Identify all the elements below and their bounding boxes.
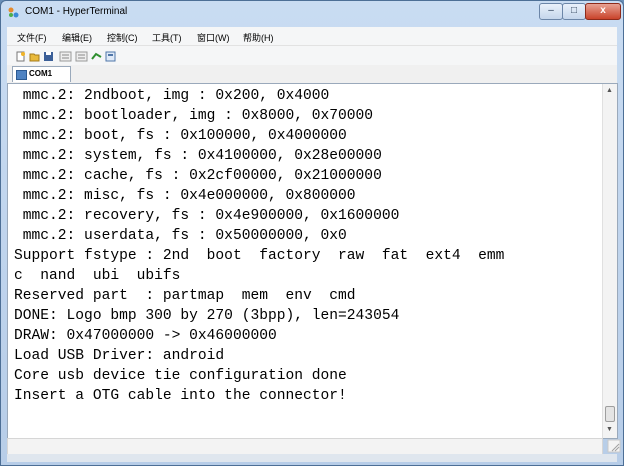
new-icon[interactable] <box>15 51 26 62</box>
save-icon[interactable] <box>43 51 54 62</box>
terminal-line: DONE: Logo bmp 300 by 270 (3bpp), len=24… <box>14 308 400 324</box>
properties-icon[interactable] <box>105 51 116 62</box>
terminal-text: mmc.2: 2ndboot, img : 0x200, 0x4000 mmc.… <box>14 86 596 406</box>
terminal-line: mmc.2: cache, fs : 0x2cf00000, 0x2100000… <box>14 168 382 184</box>
menu-tools[interactable]: 工具(T) <box>152 31 182 44</box>
scrollbar-thumb[interactable] <box>605 406 615 422</box>
tab-com1[interactable]: COM1 <box>12 66 71 82</box>
terminal-output[interactable]: mmc.2: 2ndboot, img : 0x200, 0x4000 mmc.… <box>7 83 618 439</box>
vertical-scrollbar[interactable]: ▲ ▼ <box>602 84 617 438</box>
menu-file[interactable]: 文件(F) <box>17 31 47 44</box>
connect-icon[interactable] <box>91 51 102 62</box>
terminal-line: DRAW: 0x47000000 -> 0x46000000 <box>14 328 277 344</box>
hyperterminal-app-icon <box>8 7 19 18</box>
minimize-icon: – <box>548 5 554 16</box>
status-bar <box>7 454 617 462</box>
terminal-icon <box>16 70 27 80</box>
tab-label: COM1 <box>29 69 53 78</box>
maximize-icon: □ <box>570 5 578 16</box>
scroll-down-icon[interactable]: ▼ <box>606 426 613 433</box>
menu-bar: 文件(F) 编辑(E) 控制(C) 工具(T) 窗口(W) 帮助(H) <box>7 27 617 45</box>
terminal-line: Insert a OTG cable into the connector! <box>14 388 347 404</box>
terminal-line: Load USB Driver: android <box>14 348 225 364</box>
terminal-line: Reserved part : partmap mem env cmd <box>14 288 356 304</box>
menu-help[interactable]: 帮助(H) <box>243 31 274 44</box>
horizontal-scrollbar[interactable] <box>7 438 603 455</box>
resize-grip-icon[interactable] <box>607 439 621 453</box>
terminal-line: Support fstype : 2nd boot factory raw fa… <box>14 248 505 264</box>
scroll-up-icon[interactable]: ▲ <box>606 87 613 94</box>
terminal-line: mmc.2: bootloader, img : 0x8000, 0x70000 <box>14 108 374 124</box>
terminal-line: mmc.2: recovery, fs : 0x4e900000, 0x1600… <box>14 208 400 224</box>
terminal-line: mmc.2: boot, fs : 0x100000, 0x4000000 <box>14 128 347 144</box>
menu-window[interactable]: 窗口(W) <box>197 31 230 44</box>
send-file-icon[interactable] <box>59 51 72 62</box>
title-bar[interactable]: COM1 - HyperTerminal – □ x <box>1 1 623 25</box>
terminal-line: c nand ubi ubifs <box>14 268 181 284</box>
terminal-line: mmc.2: userdata, fs : 0x50000000, 0x0 <box>14 228 347 244</box>
session-tab-strip: COM1 <box>7 65 617 83</box>
hyperterminal-window: COM1 - HyperTerminal – □ x 文件(F) 编辑(E) 控… <box>0 0 624 466</box>
terminal-line: mmc.2: misc, fs : 0x4e000000, 0x800000 <box>14 188 356 204</box>
receive-file-icon[interactable] <box>75 51 88 62</box>
terminal-line: mmc.2: system, fs : 0x4100000, 0x28e0000… <box>14 148 382 164</box>
maximize-button[interactable]: □ <box>562 3 586 20</box>
toolbar <box>7 45 617 66</box>
window-title: COM1 - HyperTerminal <box>25 6 128 17</box>
minimize-button[interactable]: – <box>539 3 563 20</box>
open-icon[interactable] <box>29 51 40 62</box>
menu-control[interactable]: 控制(C) <box>107 31 138 44</box>
terminal-line: mmc.2: 2ndboot, img : 0x200, 0x4000 <box>14 88 330 104</box>
close-icon: x <box>600 5 606 16</box>
close-button[interactable]: x <box>585 3 621 20</box>
terminal-line: Core usb device tie configuration done <box>14 368 347 384</box>
menu-edit[interactable]: 编辑(E) <box>62 31 92 44</box>
